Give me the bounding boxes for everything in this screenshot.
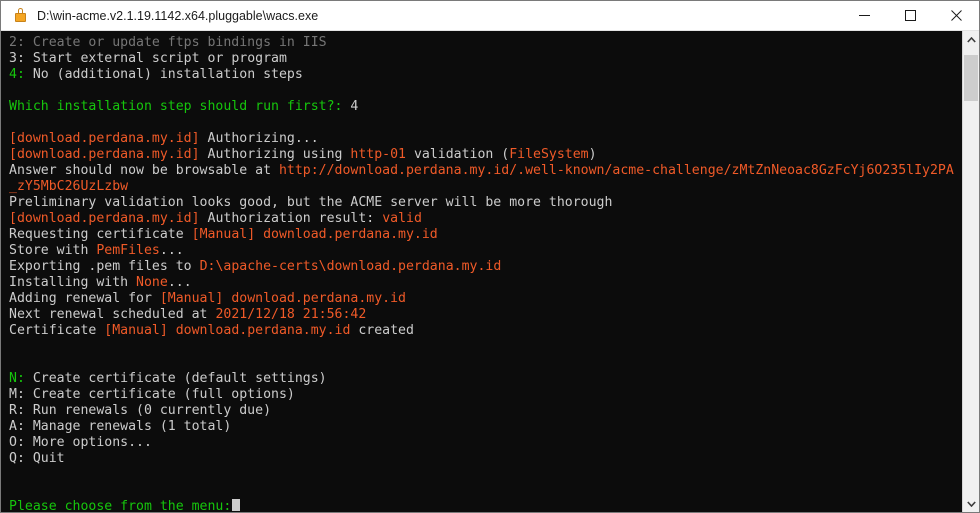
lock-icon [5, 1, 35, 31]
close-button[interactable] [933, 1, 979, 31]
terminal-text: N: [9, 371, 25, 386]
terminal-line: A: Manage renewals (1 total) [9, 419, 962, 435]
maximize-button[interactable] [887, 1, 933, 31]
terminal-line: [download.perdana.my.id] Authorization r… [9, 211, 962, 227]
terminal-text: _zY5MbC26UzLzbw [9, 179, 129, 194]
terminal-line: Store with PemFiles... [9, 243, 962, 259]
terminal-line: Requesting certificate [Manual] download… [9, 227, 962, 243]
terminal-text: None [136, 275, 168, 290]
terminal-text: D:\apache-certs\download.perdana.my.id [199, 259, 502, 274]
terminal-text: Authorization result: [199, 211, 383, 226]
scrollbar-track[interactable] [963, 48, 979, 495]
terminal-text: FileSystem [509, 147, 589, 162]
terminal-line: R: Run renewals (0 currently due) [9, 403, 962, 419]
terminal-line: Please choose from the menu: [9, 499, 962, 512]
terminal-line: 3: Start external script or program [9, 51, 962, 67]
terminal-line: Certificate [Manual] download.perdana.my… [9, 323, 962, 339]
terminal-line: [download.perdana.my.id] Authorizing usi… [9, 147, 962, 163]
terminal-line: 2: Create or update ftps bindings in IIS [9, 35, 962, 51]
terminal-text: Certificate [9, 323, 105, 338]
terminal-text: Preliminary validation looks good, but t… [9, 195, 613, 210]
terminal-line: O: More options... [9, 435, 962, 451]
terminal-text: http://download.perdana.my.id/.well-know… [278, 163, 954, 178]
terminal-text: ) [588, 147, 597, 162]
terminal-text: O: More options... [9, 435, 152, 450]
terminal-line: Preliminary validation looks good, but t… [9, 195, 962, 211]
terminal-text: Start external script or program [24, 51, 287, 66]
terminal-line: M: Create certificate (full options) [9, 387, 962, 403]
terminal-text: Installing with [9, 275, 137, 290]
terminal-text: [Manual] download.perdana.my.id [104, 323, 351, 338]
minimize-button[interactable] [841, 1, 887, 31]
scroll-up-arrow[interactable] [963, 31, 979, 48]
terminal-text: Which installation step should run first… [9, 99, 343, 114]
window-controls [841, 1, 979, 31]
terminal-line: [download.perdana.my.id] Authorizing... [9, 131, 962, 147]
terminal-text: PemFiles [96, 243, 160, 258]
terminal-line: N: Create certificate (default settings) [9, 371, 962, 387]
console-window: D:\win-acme.v2.1.19.1142.x64.pluggable\w… [0, 0, 980, 513]
terminal-text: Authorizing using [199, 147, 351, 162]
terminal-text: Q: Quit [9, 451, 65, 466]
terminal-text: [download.perdana.my.id] [9, 147, 200, 162]
terminal-text: [download.perdana.my.id] [9, 211, 200, 226]
window-body: 2: Create or update ftps bindings in IIS… [1, 31, 979, 512]
terminal-text: ... [167, 275, 192, 290]
terminal-line: Answer should now be browsable at http:/… [9, 163, 962, 179]
terminal-line: Next renewal scheduled at 2021/12/18 21:… [9, 307, 962, 323]
terminal-text: valid [382, 211, 422, 226]
terminal-text: A: Manage renewals (1 total) [9, 419, 232, 434]
terminal-text: Exporting .pem files to [9, 259, 200, 274]
terminal-text: validation ( [406, 147, 510, 162]
terminal-line: Adding renewal for [Manual] download.per… [9, 291, 962, 307]
vertical-scrollbar[interactable] [962, 31, 979, 512]
scroll-down-arrow[interactable] [963, 495, 979, 512]
terminal-text: No (additional) installation steps [24, 67, 303, 82]
terminal-text: 4: [9, 67, 25, 82]
terminal-text: Authorizing... [199, 131, 319, 146]
terminal-text: 2021/12/18 21:56:42 [215, 307, 367, 322]
terminal-text: M: Create certificate (full options) [9, 387, 295, 402]
terminal-text: Adding renewal for [9, 291, 160, 306]
terminal-text: 3: [9, 51, 25, 66]
terminal-text: [download.perdana.my.id] [9, 131, 200, 146]
terminal-text: ... [159, 243, 184, 258]
terminal-text: 4 [342, 99, 359, 114]
terminal-output[interactable]: 2: Create or update ftps bindings in IIS… [1, 31, 962, 512]
terminal-line: Installing with None... [9, 275, 962, 291]
terminal-line: _zY5MbC26UzLzbw [9, 179, 962, 195]
terminal-text: [Manual] download.perdana.my.id [159, 291, 406, 306]
terminal-text: R: Run renewals (0 currently due) [9, 403, 272, 418]
terminal-line: Q: Quit [9, 451, 962, 467]
terminal-line: Which installation step should run first… [9, 99, 962, 115]
terminal-text: Store with [9, 243, 97, 258]
terminal-text: http-01 [350, 147, 406, 162]
terminal-line: Exporting .pem files to D:\apache-certs\… [9, 259, 962, 275]
terminal-text: [Manual] download.perdana.my.id [191, 227, 438, 242]
terminal-text: created [350, 323, 414, 338]
terminal-text: Answer should now be browsable at [9, 163, 279, 178]
terminal-text: Next renewal scheduled at [9, 307, 216, 322]
terminal-text: Create certificate (default settings) [24, 371, 327, 386]
terminal-text: Requesting certificate [9, 227, 192, 242]
terminal-text: Please choose from the menu: [9, 499, 232, 512]
title-bar[interactable]: D:\win-acme.v2.1.19.1142.x64.pluggable\w… [1, 1, 979, 31]
terminal-text: 2: Create or update ftps bindings in IIS [9, 35, 327, 50]
scrollbar-thumb[interactable] [964, 55, 978, 101]
window-title: D:\win-acme.v2.1.19.1142.x64.pluggable\w… [37, 8, 319, 23]
block-cursor [232, 499, 241, 511]
terminal-line: 4: No (additional) installation steps [9, 67, 962, 83]
